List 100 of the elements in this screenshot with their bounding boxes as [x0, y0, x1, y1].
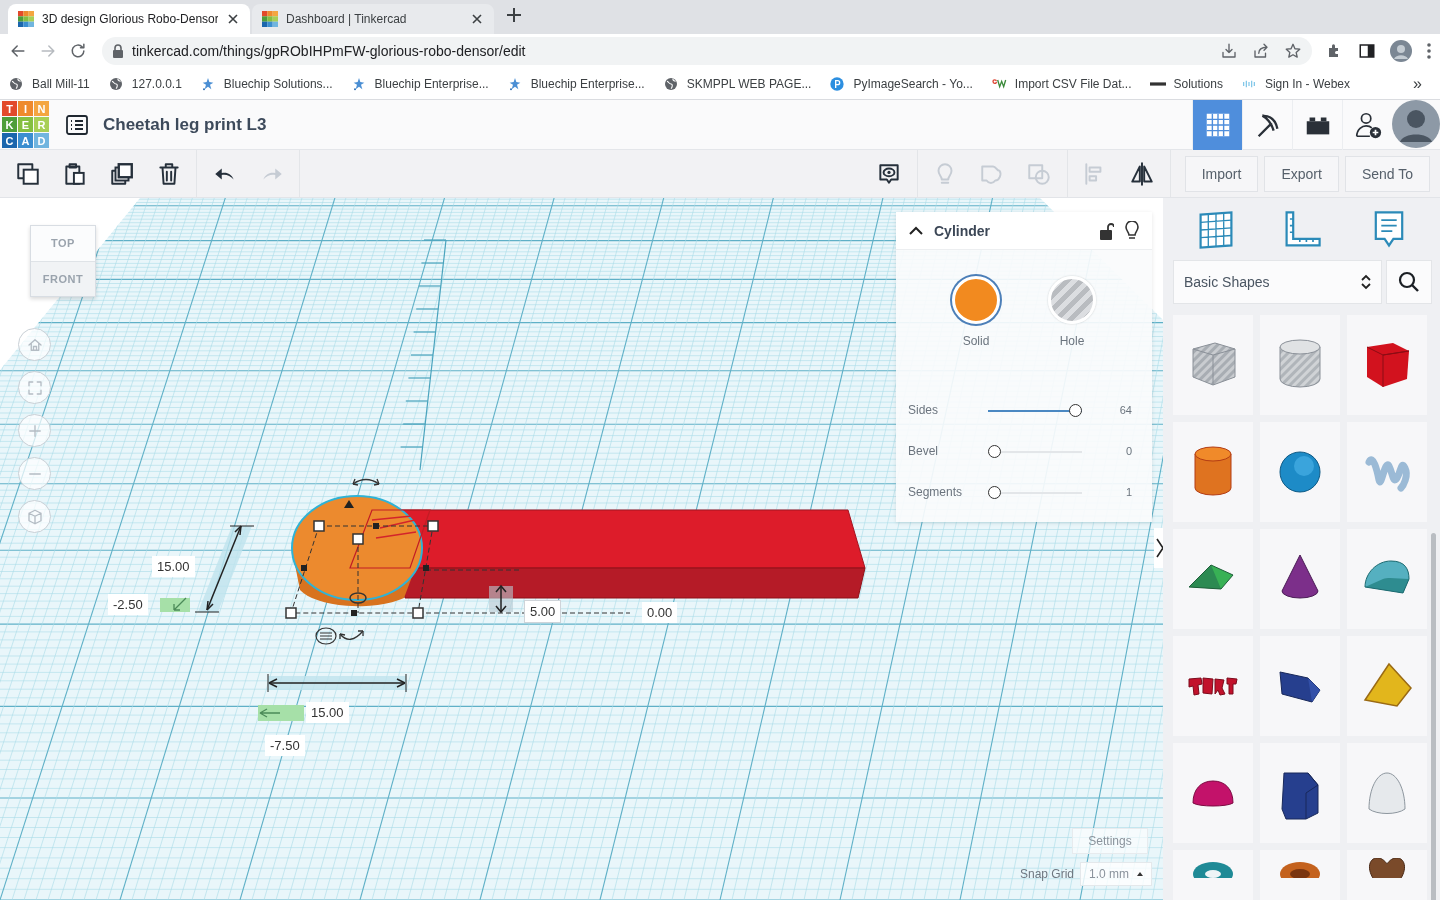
bookmark-item[interactable]: SKMPPL WEB PAGE...: [662, 75, 812, 92]
shape-tile[interactable]: [1173, 743, 1253, 843]
shape-tile[interactable]: [1260, 315, 1340, 415]
shape-tile[interactable]: [1173, 636, 1253, 736]
bars-icon: [1149, 81, 1166, 86]
browser-tab[interactable]: Dashboard | Tinkercad: [252, 4, 494, 34]
shape-tile[interactable]: [1173, 529, 1253, 629]
param-value: 1: [1124, 486, 1132, 498]
resize-handle[interactable]: [301, 565, 307, 571]
bookmark-item[interactable]: Bluechip Enterprise...: [350, 75, 489, 92]
shape-tile[interactable]: [1173, 422, 1253, 522]
unlock-icon[interactable]: [1098, 221, 1114, 240]
shape-tile[interactable]: [1260, 422, 1340, 522]
lift-handle[interactable]: [344, 500, 354, 508]
profile-avatar-icon[interactable]: [1390, 40, 1412, 62]
bookmark-item[interactable]: PyImageSearch - Yo...: [829, 75, 973, 92]
dimension-field[interactable]: -2.50: [108, 594, 148, 615]
resize-handle[interactable]: [352, 533, 364, 545]
resize-handle[interactable]: [351, 610, 357, 616]
more-bookmarks-button[interactable]: »: [1413, 74, 1432, 93]
dimension-field[interactable]: 5.00: [524, 600, 562, 623]
logo-icon: [262, 11, 278, 27]
bookmark-item[interactable]: Sign In - Webex: [1240, 75, 1351, 92]
scrollbar-thumb[interactable]: [1431, 533, 1436, 900]
slider-thumb[interactable]: [988, 485, 1001, 499]
solid-option[interactable]: Solid: [952, 276, 1000, 348]
cube-outline-icon: [25, 507, 44, 526]
browser-tab[interactable]: 3D design Glorious Robo-Densor: [8, 4, 250, 34]
design-title[interactable]: Cheetah leg print L3: [103, 114, 267, 135]
param-value: 64: [1118, 404, 1132, 416]
light-bulb-icon[interactable]: [1124, 220, 1140, 241]
side-panel-icon[interactable]: [1358, 42, 1376, 60]
resize-handle[interactable]: [423, 565, 429, 571]
download-icon[interactable]: [1220, 42, 1238, 60]
shape-tile[interactable]: [1173, 315, 1253, 415]
bookmark-item[interactable]: Bluechip Enterprise...: [506, 75, 645, 92]
category-dropdown[interactable]: Basic Shapes: [1173, 260, 1382, 304]
bookmark-item[interactable]: Bluechip Solutions...: [199, 75, 333, 92]
star-icon[interactable]: [1284, 42, 1302, 60]
bookmark-item[interactable]: Import CSV File Dat...: [990, 75, 1132, 92]
panel-title: Cylinder: [934, 222, 991, 239]
logo-icon: [18, 11, 34, 27]
user-avatar[interactable]: [1392, 99, 1440, 148]
dimension-field[interactable]: 15.00: [152, 556, 195, 577]
bookmark-item[interactable]: 127.0.0.1: [107, 75, 182, 92]
mirror-icon: [1129, 160, 1156, 187]
close-icon[interactable]: [470, 12, 484, 26]
snap-grid-label: Snap Grid: [1020, 867, 1075, 881]
share-icon[interactable]: [1252, 42, 1270, 60]
slider-thumb[interactable]: [1069, 403, 1082, 417]
resize-handle[interactable]: [285, 607, 297, 619]
fit-frame-icon: [25, 378, 44, 397]
updown-caret-icon: [1361, 274, 1371, 290]
resize-handle[interactable]: [313, 520, 325, 532]
logo[interactable]: T I N K E R C A D: [2, 101, 49, 148]
import-button[interactable]: Import: [1184, 155, 1259, 192]
param-label: Sides: [908, 403, 940, 417]
caret-icon: [1137, 872, 1144, 876]
slider[interactable]: [988, 485, 1082, 499]
rotate-arrow-icon[interactable]: [352, 478, 380, 486]
shape-tile[interactable]: [1260, 529, 1340, 629]
stacked-squares-icon: [108, 160, 135, 187]
offset-marker: [258, 705, 304, 721]
shape-tile[interactable]: [1347, 529, 1427, 629]
search-icon: [1397, 270, 1421, 294]
dimension-field[interactable]: 0.00: [642, 602, 678, 623]
address-bar[interactable]: tinkercad.com/things/gpRObIHPmFW-glorious-robo-densor/edit: [102, 37, 1312, 65]
round-logo-icon: [829, 75, 846, 92]
dimension-field[interactable]: 15.00: [306, 702, 349, 723]
new-tab-icon[interactable]: [504, 5, 524, 25]
bookmark-item[interactable]: Ball Mill-11: [8, 75, 90, 92]
shape-tile[interactable]: [1347, 422, 1427, 522]
shape-tile[interactable]: [1347, 315, 1427, 415]
hole-option[interactable]: Hole: [1048, 276, 1096, 348]
search-button[interactable]: [1386, 260, 1432, 304]
send-to-button[interactable]: Send To: [1344, 155, 1430, 192]
copy-icon: [14, 160, 41, 187]
resize-handle[interactable]: [373, 523, 379, 529]
shape-tile[interactable]: [1347, 743, 1427, 843]
resize-handle[interactable]: [427, 520, 439, 532]
collapse-panel-button[interactable]: [1154, 528, 1163, 568]
rotate-arrow-icon[interactable]: [339, 630, 364, 640]
slider-thumb[interactable]: [988, 444, 1001, 458]
offset-marker: [160, 597, 190, 612]
param-label: Segments: [908, 485, 964, 499]
bookmark-item[interactable]: Solutions: [1149, 76, 1223, 91]
menu-dots-icon[interactable]: [1426, 42, 1432, 60]
text-shape-icon: [1187, 676, 1239, 696]
shape-tile[interactable]: [1347, 636, 1427, 736]
close-icon[interactable]: [226, 12, 240, 26]
shape-tile[interactable]: [1260, 743, 1340, 843]
lock-icon: [112, 44, 124, 58]
resize-handle[interactable]: [412, 607, 424, 619]
globe-icon: [662, 75, 679, 92]
list-icon: [65, 112, 89, 137]
menu-handle-icon[interactable]: [315, 627, 337, 645]
chevron-icon: [1156, 538, 1163, 558]
export-button[interactable]: Export: [1264, 155, 1339, 192]
dimension-field[interactable]: -7.50: [265, 735, 305, 756]
shape-tile[interactable]: [1260, 636, 1340, 736]
